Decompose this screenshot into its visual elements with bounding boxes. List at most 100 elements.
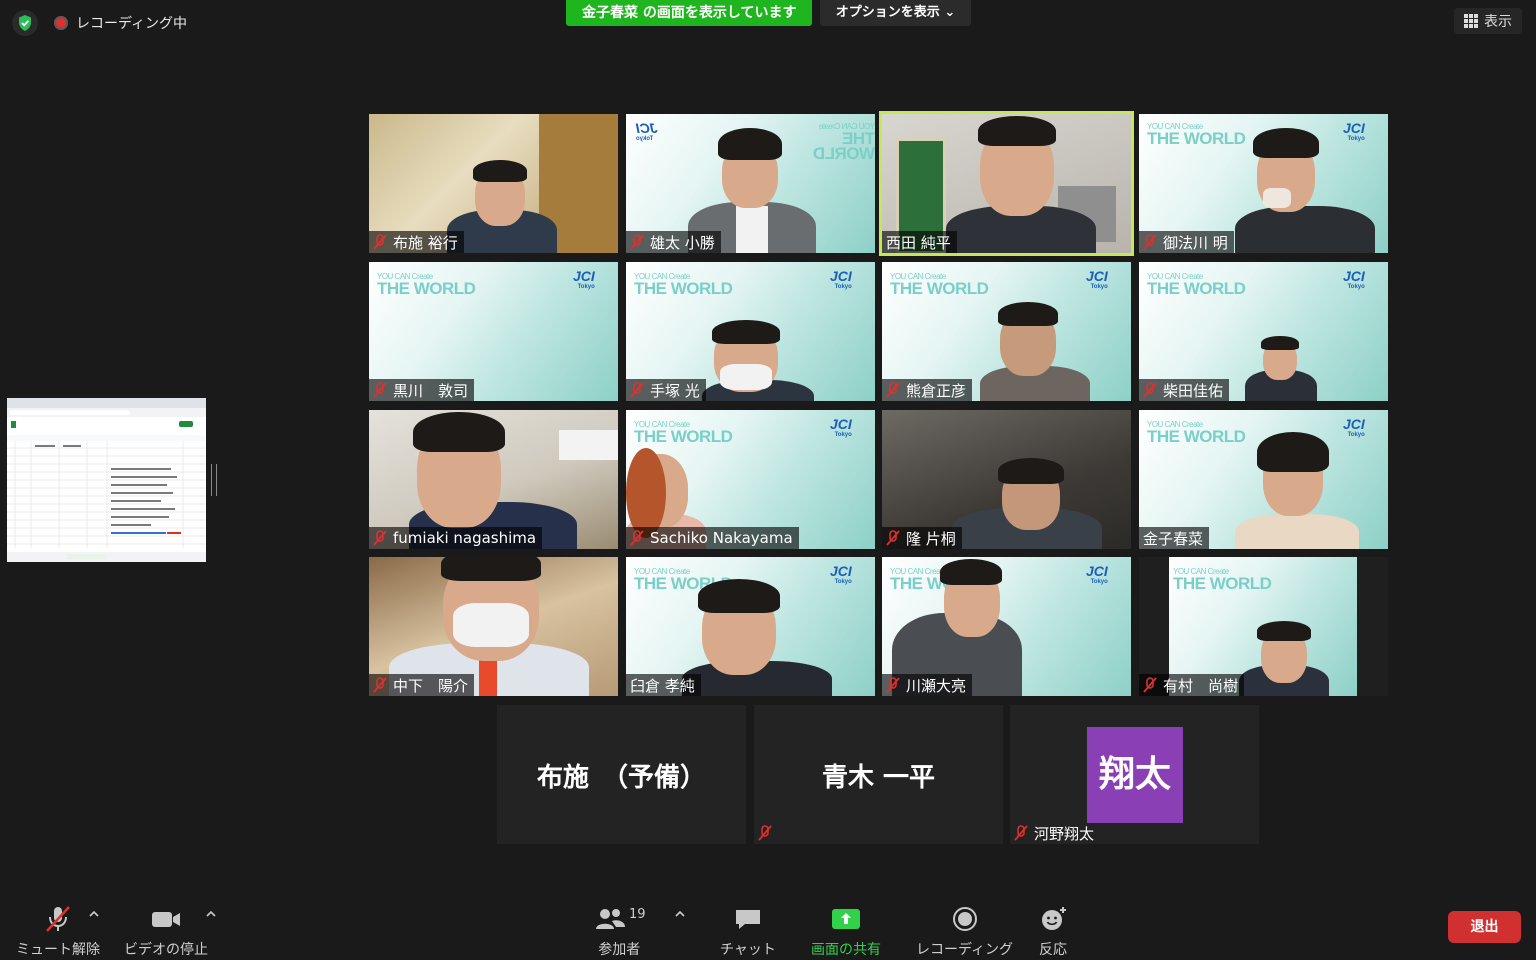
participant-name: 柴田佳佑 [1163,381,1224,400]
leave-meeting-button[interactable]: 退出 [1448,911,1521,943]
mic-muted-icon [886,382,900,398]
video-tile[interactable]: YOU CAN Create THE WORLD JCI Tokyo 黒川 敦司 [369,262,618,401]
participants-options-caret-icon[interactable] [674,910,686,918]
video-tile[interactable]: YOU CAN Create THE WORLD JCI Tokyo Sachiko… [626,410,875,549]
stop-video-button[interactable]: ビデオの停止 [124,905,208,959]
participant-name: 手塚 光 [650,381,700,400]
participant-name-tag: 金子春菜 [1139,527,1210,549]
participant-name-tag: 臼倉 孝純 [626,674,701,696]
participants-label: 参加者 [598,942,641,958]
participant-display-name: 布施 （予備） [536,763,706,793]
reactions-button[interactable]: 反応 [1038,905,1068,959]
video-tile[interactable]: YOU CAN Create THE WORLD JCI Tokyo 金子春菜 [1139,410,1388,549]
video-tile[interactable]: YOU CAN Create THE WORLD JCI Tokyo 川瀬大亮 [882,557,1131,696]
participant-name: 御法川 明 [1163,233,1228,252]
chat-button[interactable]: チャット [720,905,776,959]
mic-muted-icon [373,677,387,693]
video-tile[interactable]: YOU CAN Create THE WORLD JCI Tokyo 熊倉正彦 [882,262,1131,401]
security-shield-icon[interactable] [12,10,38,36]
view-label: 表示 [1484,14,1512,30]
video-tile[interactable]: fumiaki nagashima [369,410,618,549]
video-tile-active-speaker[interactable]: 西田 純平 [879,111,1134,256]
mic-muted-icon [886,530,900,546]
jci-slogan: YOU CAN Create THE WORLD [634,420,733,446]
chat-bubble-icon [735,910,760,929]
jci-slogan: YOU CAN Create THE WORLD [890,272,989,298]
jci-logo: JCI Tokyo [830,563,852,585]
participant-name: 川瀬大亮 [906,676,967,695]
participant-name: 黒川 敦司 [393,381,469,400]
jci-logo: JCI Tokyo [830,416,852,438]
video-camera-icon [152,912,180,927]
mic-muted-icon [373,530,387,546]
video-tile[interactable]: YOU CAN Create THE WORLD JCI Tokyo 臼倉 孝純 [626,557,875,696]
participant-name: 布施 裕行 [393,233,458,252]
video-tile[interactable]: YOU CAN Create THE WORLD JCI Tokyo 雄太 小勝 [626,114,875,253]
jci-slogan: YOU CAN Create THE WORLD [813,122,875,163]
shared-screen-thumbnail[interactable] [7,398,206,562]
record-button[interactable]: レコーディング [916,905,1013,959]
mic-muted-icon [758,825,772,841]
participant-name-tag: 御法川 明 [1139,231,1234,253]
participants-button[interactable]: 19 参加者 [593,905,646,959]
recording-indicator[interactable]: レコーディング中 [54,13,187,33]
participant-display-name: 青木 一平 [821,763,936,793]
jci-logo: JCI Tokyo [636,120,658,142]
chat-label: チャット [720,942,776,958]
mic-muted-icon [46,906,70,932]
no-video-tile[interactable]: 布施 （予備） [497,705,746,844]
participant-name-tag: 手塚 光 [626,379,706,401]
thumbnail-resize-handle[interactable] [211,464,217,496]
mic-muted-icon [630,530,644,546]
participant-name: 有村 尚樹 [1163,676,1239,695]
participants-count: 19 [629,907,646,922]
jci-logo: JCI Tokyo [1086,563,1108,585]
video-options-caret-icon[interactable] [205,910,217,918]
participant-name-tag: 中下 陽介 [369,674,475,696]
participant-name-tag: 黒川 敦司 [369,379,475,401]
participant-name-tag: Sachiko Nakayama [626,527,799,549]
grid-view-icon [1464,14,1478,28]
participant-name: 隆 片桐 [906,529,956,548]
participant-name-tag: 熊倉正彦 [882,379,973,401]
video-tile[interactable]: 布施 裕行 [369,114,618,253]
participant-name-tag: 隆 片桐 [882,527,962,549]
video-tile[interactable]: 中下 陽介 [369,557,618,696]
no-video-tile[interactable]: 翔太 河野翔太 [1010,705,1259,844]
chevron-down-icon: ⌄ [944,5,956,20]
audio-options-caret-icon[interactable] [88,910,100,918]
participant-name: Sachiko Nakayama [650,529,793,547]
jci-slogan: YOU CAN Create THE WORLD [1147,272,1246,298]
view-options-label: オプションを表示 [835,5,940,20]
participant-name-tag: 有村 尚樹 [1139,674,1245,696]
reactions-label: 反応 [1039,942,1067,958]
unmute-label: ミュート解除 [16,942,100,958]
video-tile[interactable]: YOU CAN Create THE WORLD JCI Tokyo 御法川 明 [1139,114,1388,253]
spreadsheet-preview-image [7,398,206,562]
participant-name-tag [754,822,778,844]
mic-muted-icon [1143,234,1157,250]
participant-name: 中下 陽介 [393,676,469,695]
mic-muted-icon [1014,825,1028,841]
recording-label: レコーディング中 [76,16,188,32]
jci-logo: JCI Tokyo [830,268,852,290]
mic-muted-icon [1143,677,1157,693]
participant-name: 金子春菜 [1143,529,1204,548]
jci-slogan: YOU CAN Create THE WORLD [1147,420,1246,446]
view-options-button[interactable]: オプションを表示 ⌄ [820,0,971,26]
view-button[interactable]: 表示 [1454,8,1522,34]
share-screen-icon [832,909,860,929]
participant-name: 臼倉 孝純 [630,676,695,695]
avatar: 翔太 [1087,727,1183,823]
share-screen-button[interactable]: 画面の共有 [811,905,881,959]
video-tile[interactable]: 隆 片桐 [882,410,1131,549]
participant-name-tag: 川瀬大亮 [882,674,973,696]
mic-muted-icon [373,382,387,398]
video-tile[interactable]: YOU CAN Create THE WORLD JCI Tokyo 柴田佳佑 [1139,262,1388,401]
participant-name: 河野翔太 [1034,824,1095,843]
stop-video-label: ビデオの停止 [124,942,208,958]
video-tile[interactable]: YOU CAN Create THE WORLD 有村 尚樹 [1139,557,1388,696]
video-tile[interactable]: YOU CAN Create THE WORLD JCI Tokyo 手塚 光 [626,262,875,401]
jci-slogan: YOU CAN Create THE WORLD [1173,567,1272,593]
no-video-tile[interactable]: 青木 一平 [754,705,1003,844]
